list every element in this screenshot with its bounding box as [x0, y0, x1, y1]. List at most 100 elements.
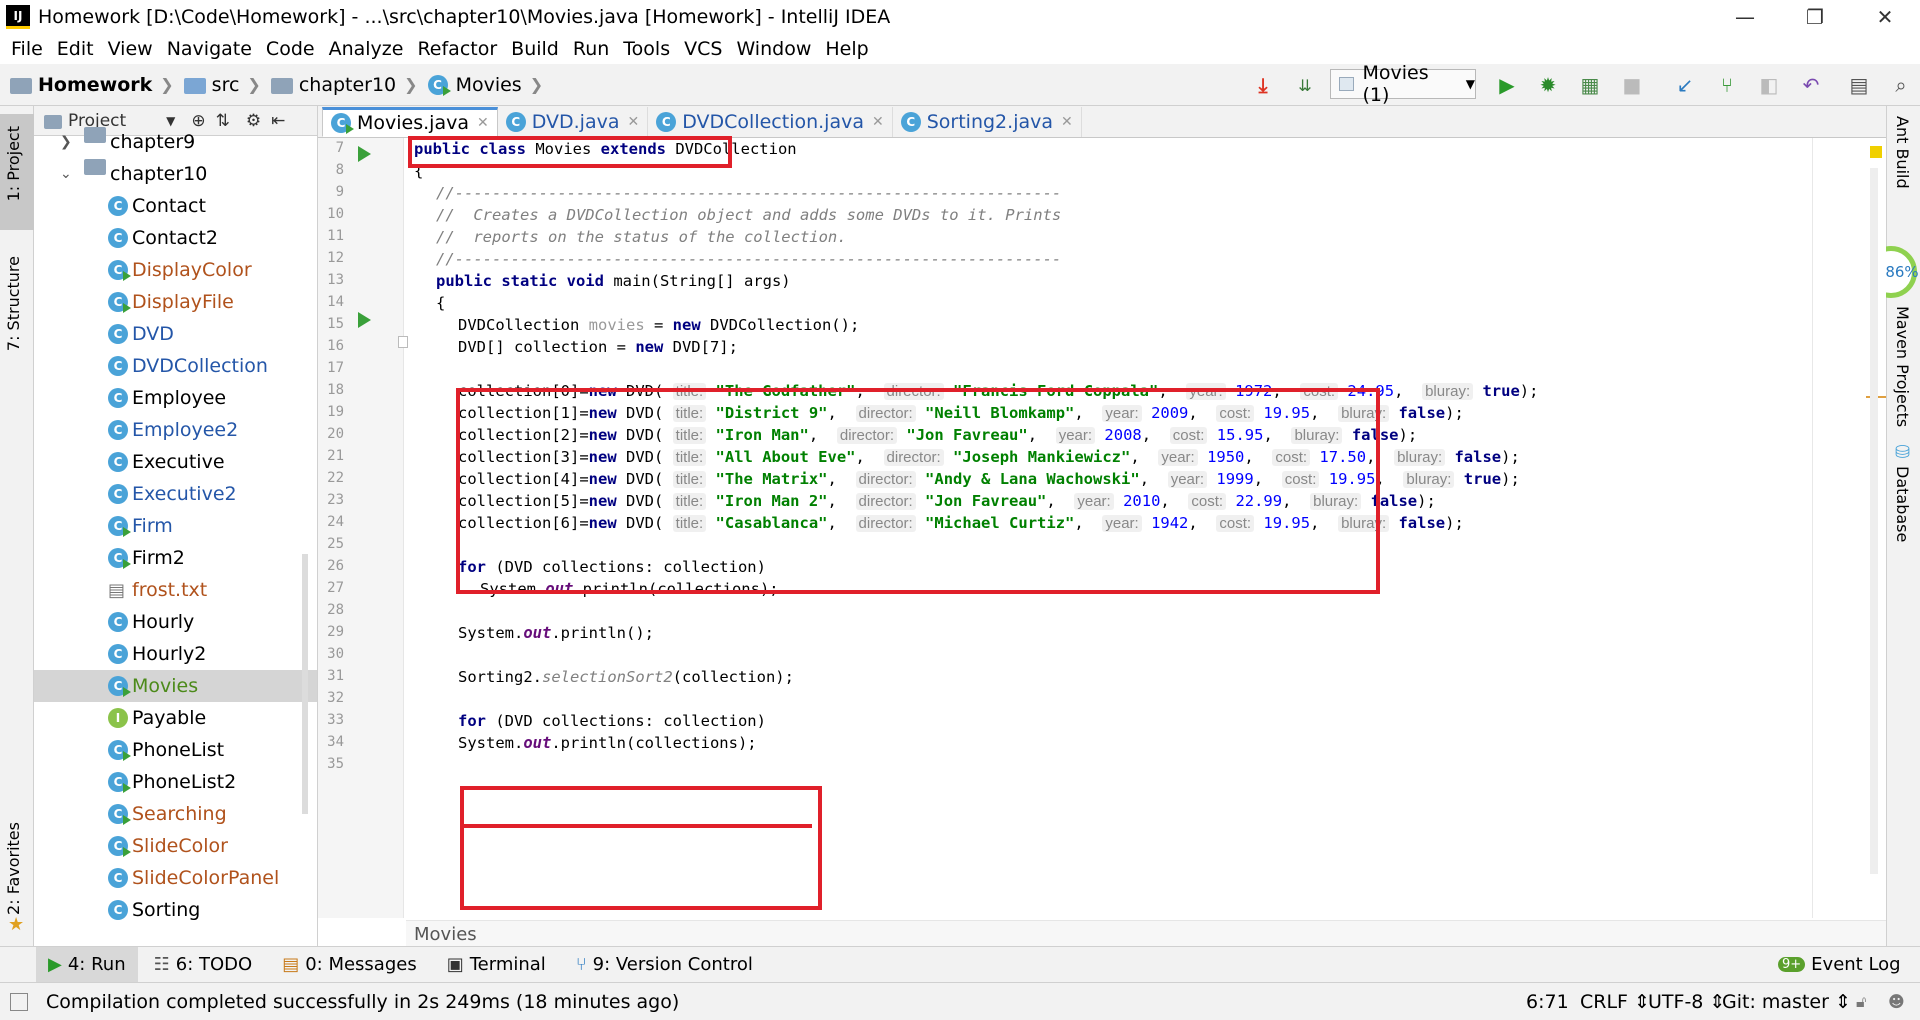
tree-item[interactable]: C PhoneList2: [34, 766, 317, 798]
run-tool-tab[interactable]: ▶ 4: Run: [36, 946, 138, 983]
close-tab-icon[interactable]: ✕: [872, 114, 884, 130]
stop-icon[interactable]: ■: [1617, 70, 1647, 100]
fold-marker[interactable]: [398, 336, 408, 348]
menu-code[interactable]: Code: [259, 38, 322, 60]
tab-movies-java[interactable]: C Movies.java ✕: [322, 107, 498, 137]
menu-refactor[interactable]: Refactor: [410, 38, 504, 60]
terminal-tool-tab[interactable]: ▣ Terminal: [447, 954, 546, 975]
editor-breadcrumb[interactable]: Movies: [414, 924, 477, 945]
close-button[interactable]: ✕: [1850, 0, 1920, 34]
ant-build-tab[interactable]: Ant Build: [1893, 116, 1912, 189]
coverage-icon[interactable]: ▦: [1575, 70, 1605, 100]
menu-window[interactable]: Window: [729, 38, 818, 60]
tree-item[interactable]: C Searching: [34, 798, 317, 830]
code-editor[interactable]: 7 8 9 10 11 12 13 14 15 16 17 18 19 20 21 22 23 24 25 26 27 2…: [318, 136, 1886, 946]
vcs-commit-icon[interactable]: ⑂: [1712, 70, 1742, 100]
menu-help[interactable]: Help: [818, 38, 875, 60]
vcs-branch[interactable]: Git: master ⇕: [1722, 991, 1851, 1013]
tree-item[interactable]: C Executive2: [34, 478, 317, 510]
caret-position[interactable]: 6:71: [1526, 991, 1569, 1013]
project-tool-tab[interactable]: 1: Project: [4, 126, 23, 201]
menu-build[interactable]: Build: [504, 38, 566, 60]
close-tab-icon[interactable]: ✕: [628, 114, 640, 130]
status-message[interactable]: Compilation completed successfully in 2s…: [46, 991, 679, 1013]
debug-icon[interactable]: ✹: [1533, 70, 1563, 100]
minimize-button[interactable]: —: [1710, 0, 1780, 34]
scrollbar[interactable]: [302, 554, 308, 814]
messages-tool-tab[interactable]: ▤ 0: Messages: [282, 954, 417, 975]
tree-item[interactable]: C PhoneList: [34, 734, 317, 766]
menu-file[interactable]: File: [4, 38, 50, 60]
breadcrumb-chapter10[interactable]: chapter10 ❯: [270, 74, 418, 96]
lock-icon[interactable]: 🔓︎: [1856, 992, 1866, 1012]
database-tab[interactable]: Database: [1893, 466, 1912, 542]
menu-tools[interactable]: Tools: [616, 38, 677, 60]
chevron-right-icon[interactable]: ❯: [60, 134, 72, 150]
tab-sorting2-java[interactable]: C Sorting2.java ✕: [893, 107, 1082, 137]
event-log-tool-tab[interactable]: 9+ Event Log: [1778, 954, 1901, 975]
breadcrumb-src[interactable]: src ❯: [183, 74, 261, 96]
tree-item[interactable]: C SlideColorPanel: [34, 862, 317, 894]
inspector-icon[interactable]: ☻: [1888, 992, 1905, 1011]
tree-item[interactable]: C Employee2: [34, 414, 317, 446]
tree-item[interactable]: I Payable: [34, 702, 317, 734]
editor-tab-bar: C Movies.java ✕ C DVD.java ✕ C DVDCollecti…: [318, 106, 1886, 138]
vcs-compare-icon[interactable]: ◧: [1754, 70, 1784, 100]
tree-item[interactable]: ❯ chapter9: [34, 126, 317, 158]
favorites-tool-tab[interactable]: 2: Favorites: [4, 822, 23, 915]
vcs-update-icon[interactable]: ↙: [1670, 70, 1700, 100]
tree-item-label: Hourly: [132, 611, 195, 633]
run-gutter-icon[interactable]: [358, 146, 371, 162]
run-gutter-icon[interactable]: [358, 312, 371, 328]
menu-analyze[interactable]: Analyze: [322, 38, 411, 60]
tree-item[interactable]: C Contact2: [34, 222, 317, 254]
editor-scrollbar[interactable]: [1870, 168, 1878, 874]
tree-item[interactable]: ▤ frost.txt: [34, 574, 317, 606]
close-tab-icon[interactable]: ✕: [1061, 114, 1073, 130]
tree-item-label: PhoneList2: [132, 771, 237, 793]
tree-item[interactable]: C DVD: [34, 318, 317, 350]
restore-button[interactable]: ❐: [1780, 0, 1850, 34]
tree-item[interactable]: C Hourly: [34, 606, 317, 638]
tab-dvd-java[interactable]: C DVD.java ✕: [498, 107, 649, 137]
tree-item[interactable]: C Contact: [34, 190, 317, 222]
tree-item[interactable]: C SlideColor: [34, 830, 317, 862]
tree-item[interactable]: C Sorting: [34, 894, 317, 926]
menu-navigate[interactable]: Navigate: [160, 38, 259, 60]
tab-dvdcollection-java[interactable]: C DVDCollection.java ✕: [648, 107, 893, 137]
tree-item[interactable]: C Movies: [34, 670, 317, 702]
breadcrumb-homework[interactable]: Homework ❯: [10, 74, 174, 96]
tree-item[interactable]: C Executive: [34, 446, 317, 478]
revert-icon[interactable]: ↶: [1796, 70, 1826, 100]
line-number: 8: [335, 162, 344, 178]
run-icon[interactable]: ▶: [1492, 70, 1522, 100]
toggle-tool-windows-icon[interactable]: [10, 992, 28, 1011]
menu-run[interactable]: Run: [566, 38, 616, 60]
version-control-tool-tab[interactable]: ⑂ 9: Version Control: [576, 954, 753, 975]
menu-view[interactable]: View: [101, 38, 160, 60]
inspection-status-icon[interactable]: [1870, 146, 1882, 158]
tree-item[interactable]: C Firm2: [34, 542, 317, 574]
search-everywhere-icon[interactable]: ⌕: [1886, 70, 1916, 100]
tree-item[interactable]: C DisplayColor: [34, 254, 317, 286]
menu-edit[interactable]: Edit: [50, 38, 101, 60]
breadcrumb-movies[interactable]: C Movies ❯: [427, 74, 543, 96]
structure-tool-tab[interactable]: 7: Structure: [4, 256, 23, 351]
tree-item[interactable]: C Hourly2: [34, 638, 317, 670]
download-arrow-icon[interactable]: ⤓: [1248, 70, 1278, 100]
run-configuration-select[interactable]: Movies (1) ▼: [1330, 62, 1476, 106]
tree-item[interactable]: ⌄ chapter10: [34, 158, 317, 190]
tree-item[interactable]: C DVDCollection: [34, 350, 317, 382]
maven-projects-tab[interactable]: Maven Projects: [1893, 306, 1912, 427]
menu-vcs[interactable]: VCS: [677, 38, 729, 60]
project-structure-icon[interactable]: ▤: [1844, 70, 1874, 100]
sort-icon[interactable]: ⇊: [1290, 70, 1320, 100]
todo-tool-tab[interactable]: ☷ 6: TODO: [154, 954, 253, 975]
tree-item[interactable]: C Employee: [34, 382, 317, 414]
close-tab-icon[interactable]: ✕: [477, 115, 489, 131]
file-encoding[interactable]: UTF-8 ⇕: [1648, 991, 1725, 1013]
tree-item[interactable]: C Firm: [34, 510, 317, 542]
chevron-down-icon[interactable]: ⌄: [60, 166, 72, 182]
tree-item[interactable]: C DisplayFile: [34, 286, 317, 318]
line-separator[interactable]: CRLF ⇕: [1580, 991, 1650, 1013]
